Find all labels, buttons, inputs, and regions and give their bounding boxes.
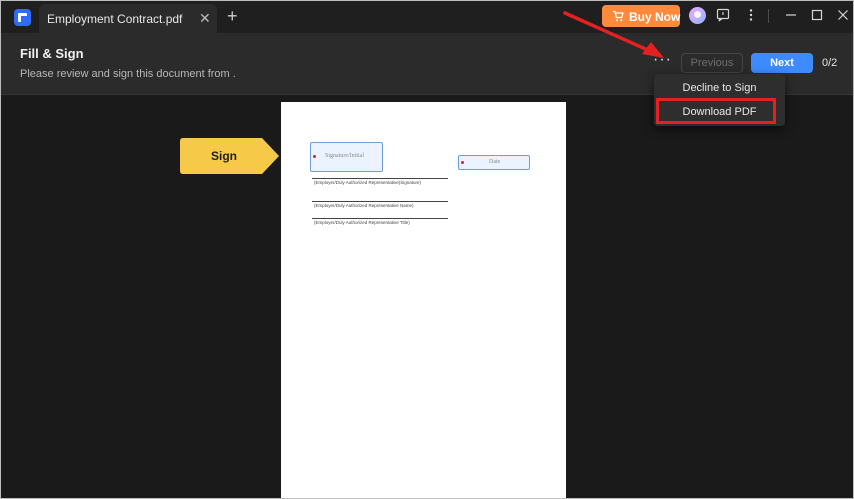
page-subtitle: Please review and sign this document fro… <box>20 68 236 80</box>
title-separator <box>768 9 769 23</box>
menu-item-decline-to-sign[interactable]: Decline to Sign <box>654 76 785 100</box>
app-window: Employment Contract.pdf ✕ + Buy Now Fill… <box>0 0 854 499</box>
title-line <box>312 218 448 219</box>
name-line-label: (Employer/Duly Authorized Representative… <box>314 203 414 208</box>
page-title: Fill & Sign <box>20 46 84 61</box>
title-bar: Employment Contract.pdf ✕ + Buy Now <box>1 1 853 33</box>
maximize-icon[interactable] <box>809 8 825 24</box>
document-tab[interactable]: Employment Contract.pdf ✕ <box>39 4 217 33</box>
annotation-highlight-box <box>656 98 776 124</box>
minimize-icon[interactable] <box>783 8 799 24</box>
title-line-label: (Employer/Duly Authorized Representative… <box>314 220 410 225</box>
new-tab-icon[interactable]: + <box>227 7 238 25</box>
close-tab-icon[interactable]: ✕ <box>199 11 211 25</box>
close-icon[interactable] <box>835 8 851 24</box>
date-field-label: Date <box>489 159 501 165</box>
required-marker <box>313 155 316 158</box>
sign-tag-label: Sign <box>211 149 237 163</box>
signature-field[interactable]: Signature/Initial <box>310 142 383 172</box>
tab-title: Employment Contract.pdf <box>47 12 183 26</box>
name-line <box>312 201 448 202</box>
signature-line <box>312 178 448 179</box>
sign-tag-button[interactable]: Sign <box>180 138 280 174</box>
more-vertical-icon[interactable] <box>743 8 759 24</box>
signature-line-label: (Employer/Duly Authorized Representative… <box>314 180 422 185</box>
document-viewer[interactable]: Signature/Initial Date (Employer/Duly Au… <box>1 96 853 498</box>
app-logo-icon <box>14 9 31 26</box>
date-field[interactable]: Date <box>458 155 530 170</box>
annotation-arrow <box>563 11 664 58</box>
required-marker <box>461 161 464 164</box>
document-page: Signature/Initial Date (Employer/Duly Au… <box>281 102 566 498</box>
feedback-icon[interactable] <box>715 8 731 24</box>
avatar[interactable] <box>689 7 706 24</box>
field-counter: 0/2 <box>822 57 838 69</box>
previous-button[interactable]: Previous <box>681 53 743 73</box>
next-button[interactable]: Next <box>751 53 813 73</box>
signature-field-label: Signature/Initial <box>325 153 364 159</box>
